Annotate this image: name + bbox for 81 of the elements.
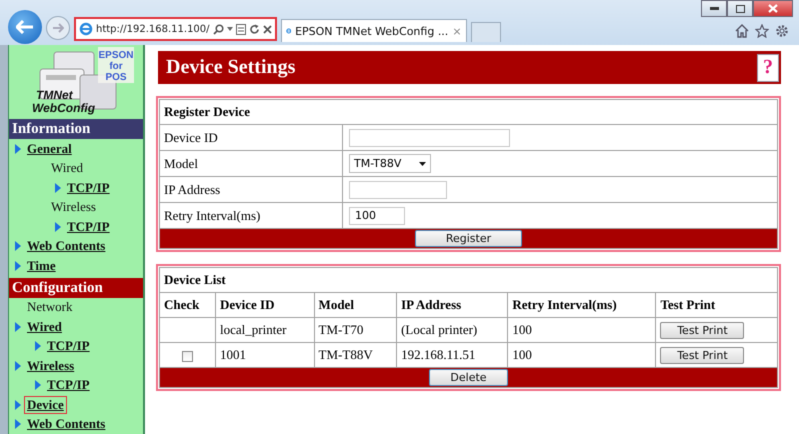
text-field[interactable] <box>349 180 447 198</box>
help-button[interactable]: ? <box>757 54 779 82</box>
nav-link[interactable]: Web Contents <box>24 415 108 434</box>
column-header: Device ID <box>216 292 314 318</box>
nav-group-label: Wireless <box>51 199 96 216</box>
field-label: Device ID <box>160 124 342 150</box>
tab-title: EPSON TMNet WebConfig ... <box>295 24 448 38</box>
close-icon <box>768 4 778 13</box>
minimize-button[interactable] <box>701 0 727 17</box>
search-icon[interactable] <box>212 24 224 34</box>
text-field[interactable]: 100 <box>349 206 405 224</box>
nav-link[interactable]: Web Contents <box>24 237 108 256</box>
arrow-icon <box>15 241 21 252</box>
field-label: Model <box>160 150 342 176</box>
nav-link[interactable]: TCP/IP <box>44 376 93 394</box>
register-button[interactable]: Register <box>414 230 522 247</box>
logo-badge-text: for <box>109 61 123 72</box>
column-header: Check <box>160 292 216 318</box>
arrow-icon <box>15 419 21 430</box>
field-label: IP Address <box>160 176 342 202</box>
page-title: Device Settings <box>166 56 296 79</box>
test-print-button[interactable]: Test Print <box>660 322 744 338</box>
arrow-icon <box>15 322 21 332</box>
column-header: Retry Interval(ms) <box>508 292 656 318</box>
nav-link[interactable]: TCP/IP <box>44 337 93 356</box>
table-cell: 100 <box>508 318 656 342</box>
nav-group-label: Wired <box>51 160 83 176</box>
dropdown-icon <box>419 162 426 166</box>
nav-section-header: Configuration <box>9 278 143 298</box>
column-header: Model <box>314 292 397 318</box>
arrow-icon <box>15 144 21 154</box>
refresh-icon[interactable] <box>248 24 260 34</box>
settings-icon[interactable] <box>775 24 789 38</box>
close-button[interactable] <box>753 0 793 17</box>
nav-link[interactable]: TCP/IP <box>64 178 113 197</box>
table-cell: (Local printer) <box>396 318 508 342</box>
nav-link[interactable]: TCP/IP <box>64 218 113 236</box>
nav-link[interactable]: Wireless <box>24 356 78 375</box>
nav-link[interactable]: Device <box>24 396 67 414</box>
delete-button[interactable]: Delete <box>429 369 508 386</box>
logo-badge-text: POS <box>105 72 127 83</box>
table-cell: local_printer <box>216 318 314 342</box>
nav-section-header: Information <box>9 119 143 139</box>
section-title: Device List <box>160 268 778 292</box>
dropdown-icon[interactable] <box>226 27 233 31</box>
maximize-button[interactable] <box>727 0 753 17</box>
compatibility-icon[interactable] <box>236 24 246 34</box>
nav-link[interactable]: Time <box>24 256 59 275</box>
logo-badge-text: EPSON <box>98 50 134 61</box>
arrow-icon <box>35 341 41 352</box>
section-title: Register Device <box>160 100 778 124</box>
minimize-icon <box>710 7 718 10</box>
arrow-icon <box>35 380 41 390</box>
back-button[interactable] <box>8 10 42 44</box>
arrow-icon <box>15 400 21 410</box>
arrow-icon <box>55 182 61 193</box>
column-header: IP Address <box>396 292 508 318</box>
browser-icon <box>79 22 93 36</box>
arrow-icon <box>15 260 21 271</box>
star-icon[interactable] <box>755 24 769 38</box>
nav-group-label: Network <box>27 299 72 316</box>
table-cell: TM-T70 <box>314 318 397 342</box>
forward-arrow-icon <box>52 23 64 33</box>
home-icon[interactable] <box>735 24 749 38</box>
address-bar[interactable]: http://192.168.11.100/ <box>74 17 277 41</box>
back-arrow-icon <box>16 20 34 34</box>
nav-link[interactable]: General <box>24 140 75 158</box>
logo-title-text: WebConfig <box>32 101 96 115</box>
arrow-icon <box>15 360 21 371</box>
close-icon[interactable] <box>262 24 272 34</box>
maximize-icon <box>736 4 744 12</box>
tab-close-button[interactable]: × <box>452 24 462 38</box>
column-header: Test Print <box>656 292 778 318</box>
model-select[interactable]: TM-T88V <box>349 154 431 173</box>
nav-link[interactable]: Wired <box>24 318 65 336</box>
text-field[interactable] <box>349 128 510 146</box>
browser-tab[interactable]: EPSON TMNet WebConfig ... × <box>280 19 467 42</box>
row-checkbox[interactable] <box>182 350 193 362</box>
test-print-button[interactable]: Test Print <box>660 346 744 364</box>
logo-title-text: TMNet <box>36 88 73 102</box>
arrow-icon <box>55 222 61 232</box>
